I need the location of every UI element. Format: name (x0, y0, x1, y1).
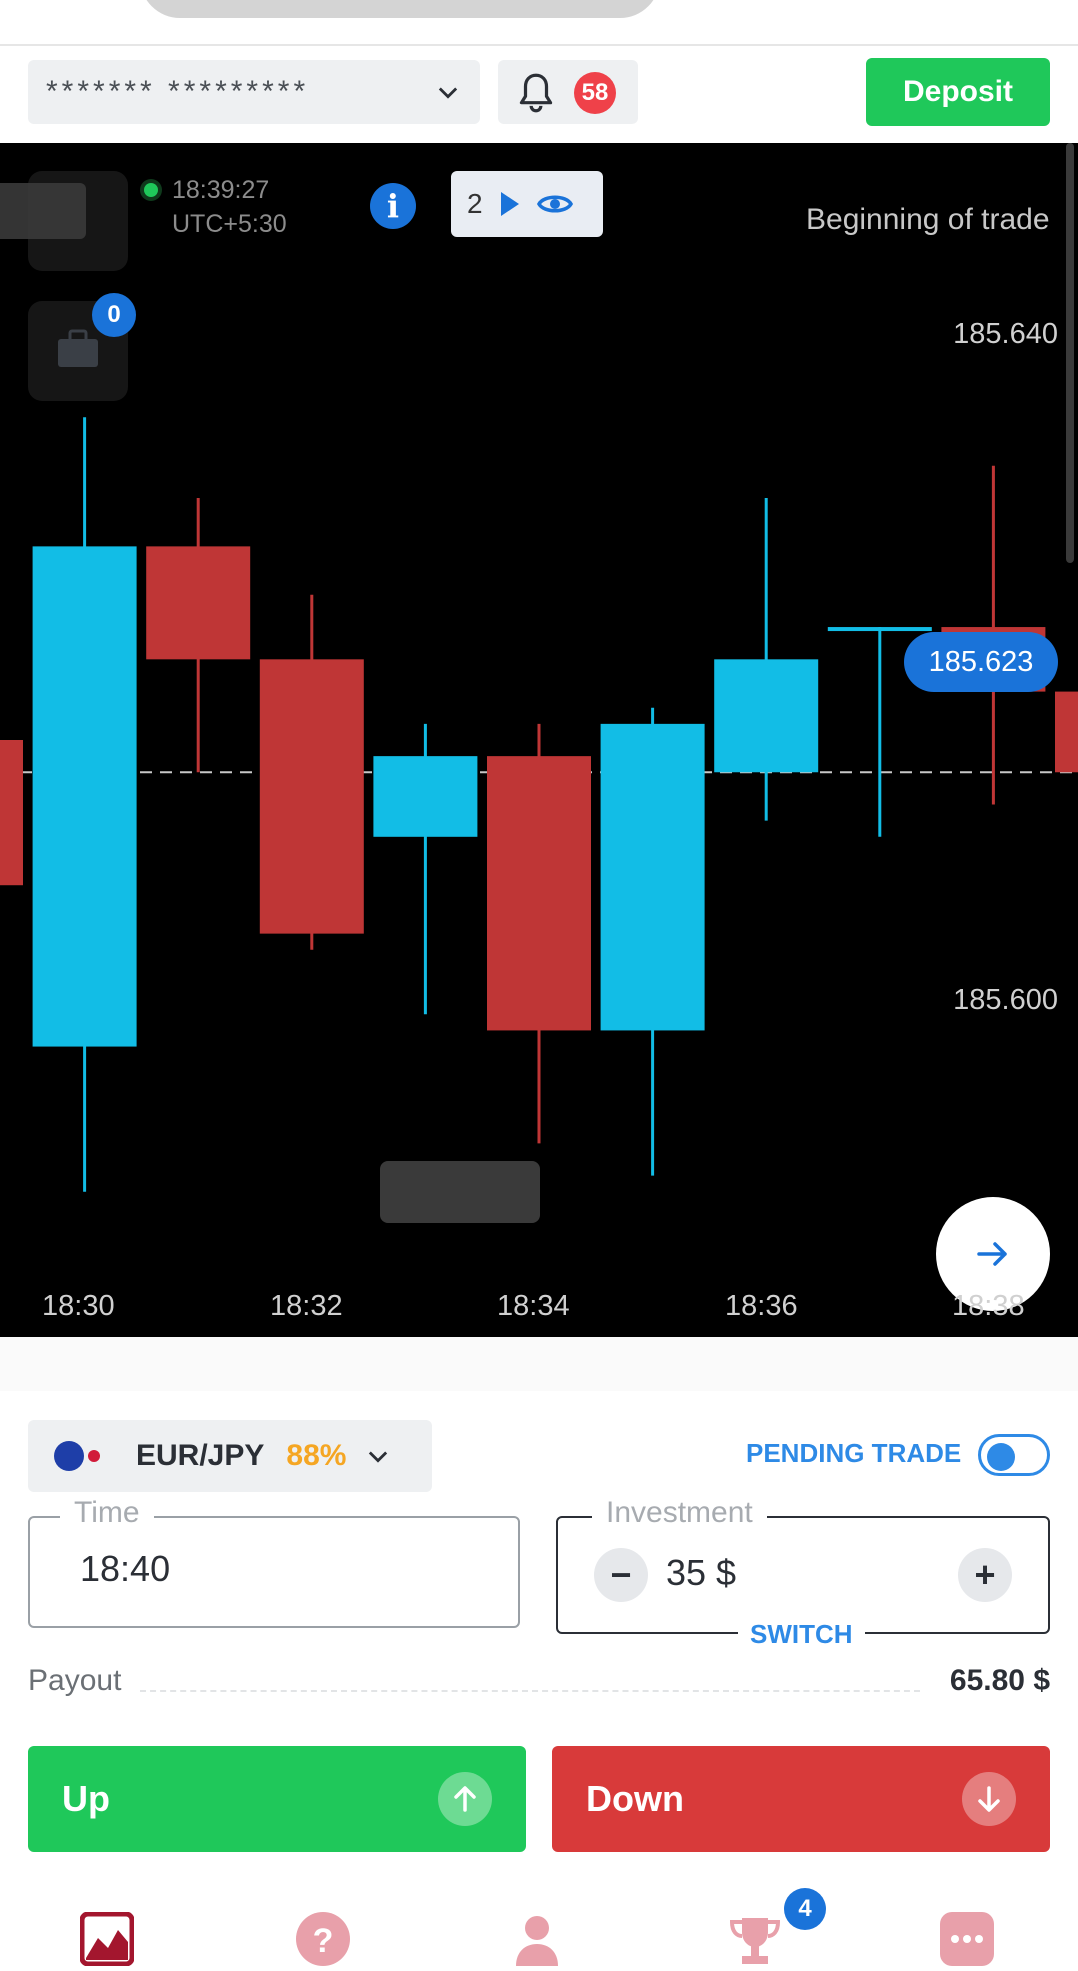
jp-flag-icon (88, 1450, 100, 1462)
investment-value: 35 $ (666, 1552, 737, 1593)
currency-flags (54, 1441, 114, 1471)
play-icon (500, 192, 519, 216)
server-clock: 18:39:27 UTC+5:30 (144, 173, 287, 241)
candle (373, 723, 478, 1015)
y-tick-label: 185.600 (953, 984, 1058, 1016)
asset-payout-percent: 88% (286, 1439, 347, 1472)
payout-leader-line (140, 1690, 920, 1692)
down-button[interactable]: Down (552, 1746, 1050, 1852)
eye-icon (536, 195, 573, 213)
online-status-dot (144, 183, 158, 197)
up-label: Up (62, 1778, 110, 1819)
notifications-button[interactable]: 58 (498, 60, 638, 124)
time-value: 18:40 (80, 1548, 171, 1589)
increase-investment-button[interactable]: + (958, 1548, 1012, 1602)
trophy-badge: 4 (784, 1888, 826, 1930)
current-price-tag: 185.623 (904, 632, 1058, 692)
investment-legend: Investment (592, 1496, 767, 1530)
chevron-down-icon (369, 1451, 388, 1463)
candle-body (600, 723, 705, 1031)
x-tick-label: 18:34 (497, 1290, 570, 1322)
chart-scrollbar[interactable] (1066, 143, 1074, 563)
candlestick-plot (0, 143, 1078, 1192)
candle-body (827, 627, 932, 632)
panel-divider (0, 1337, 1078, 1391)
chevron-down-icon (438, 87, 458, 99)
pending-trade-label: PENDING TRADE (746, 1438, 962, 1468)
price-chart[interactable]: 0 18:39:27 UTC+5:30 i 2 Beginning of tra… (0, 143, 1078, 1337)
arrow-right-icon (977, 1242, 1007, 1266)
arrow-up-icon (438, 1772, 492, 1826)
candle (714, 497, 819, 821)
up-button[interactable]: Up (28, 1746, 526, 1852)
payout-value: 65.80 $ (949, 1664, 1050, 1697)
asset-selector[interactable]: EUR/JPY 88% (28, 1420, 432, 1492)
candle (0, 740, 23, 886)
down-label: Down (586, 1778, 684, 1819)
payout-label: Payout (28, 1664, 122, 1697)
arrow-down-icon (962, 1772, 1016, 1826)
info-icon[interactable]: i (370, 183, 416, 229)
candle (1055, 691, 1078, 773)
x-tick-label: 18:38 (952, 1290, 1025, 1322)
candle (32, 417, 137, 1192)
signals-button[interactable]: 2 (451, 171, 603, 237)
account-selector[interactable]: ******* ********* (28, 60, 480, 124)
candle-body (146, 546, 251, 660)
beginning-of-trade-label: Beginning of trade (806, 203, 1050, 236)
clock-timezone: UTC+5:30 (172, 210, 287, 238)
investment-field[interactable]: Investment − 35 $ + SWITCH (556, 1496, 1050, 1650)
bell-icon (519, 73, 553, 113)
candle-body (373, 756, 478, 837)
clock-time: 18:39:27 (172, 176, 270, 204)
chart-tooltip-placeholder (380, 1161, 540, 1223)
account-mask: ******* ********* (46, 75, 310, 108)
candle (259, 594, 364, 950)
status-bar-notch (140, 0, 660, 18)
candle-body (487, 756, 591, 1031)
x-tick-label: 18:30 (42, 1290, 115, 1322)
candle-body (32, 546, 137, 1047)
switch-button[interactable]: SWITCH (738, 1619, 865, 1650)
candle (600, 707, 705, 1176)
time-field[interactable]: Time 18:40 (28, 1496, 520, 1628)
decrease-investment-button[interactable]: − (594, 1548, 648, 1602)
time-legend: Time (60, 1496, 154, 1530)
top-divider (0, 44, 1078, 46)
x-tick-label: 18:32 (270, 1290, 343, 1322)
candle-body (714, 659, 819, 773)
candle-body (0, 740, 23, 886)
chart-menu-overlay (0, 183, 86, 239)
asset-name: EUR/JPY (136, 1439, 265, 1472)
candle-body (1055, 691, 1078, 773)
eu-flag-icon (54, 1441, 84, 1471)
svg-text:?: ? (313, 1922, 334, 1960)
x-tick-label: 18:36 (725, 1290, 798, 1322)
toggle-knob (987, 1443, 1015, 1471)
deposit-button[interactable]: Deposit (866, 58, 1050, 126)
signals-count: 2 (467, 188, 483, 219)
notifications-badge: 58 (574, 72, 616, 114)
candle (487, 723, 591, 1144)
candle-body (259, 659, 364, 934)
y-tick-label: 185.640 (953, 318, 1058, 350)
candle (146, 497, 251, 773)
open-trades-badge: 0 (92, 293, 136, 337)
pending-trade-toggle[interactable] (978, 1434, 1050, 1476)
